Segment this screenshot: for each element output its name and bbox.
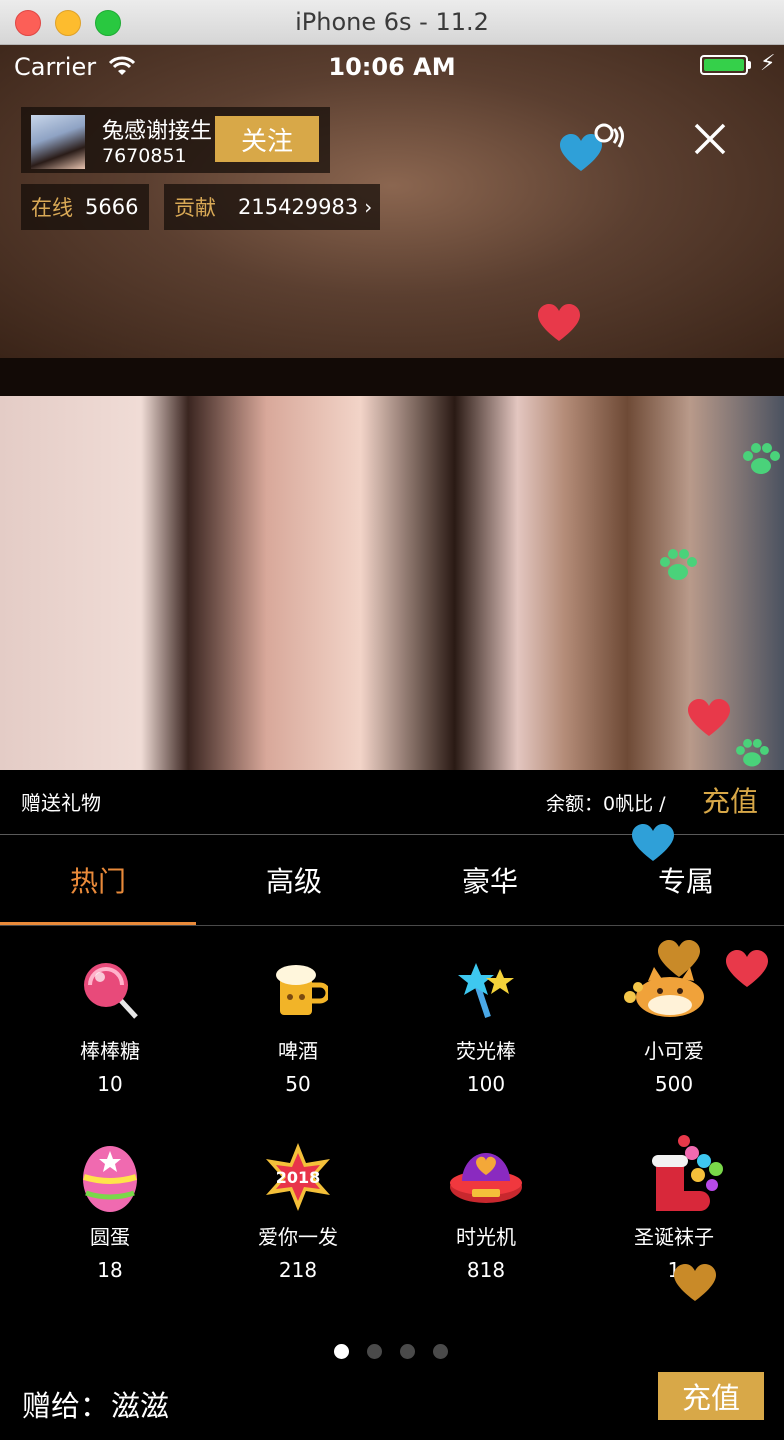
gift-price: 50 <box>285 1072 311 1096</box>
floating-heart-icon <box>538 304 580 341</box>
floating-heart-icon <box>674 1264 716 1301</box>
floating-heart-icon <box>658 940 700 977</box>
page-dot[interactable] <box>334 1344 349 1359</box>
gift-name: 小可爱 <box>644 1039 704 1063</box>
host-name: 兔感谢接生 <box>102 119 213 144</box>
floating-paw-icon <box>736 738 769 767</box>
balance-text: 余额：0帆比 / <box>546 793 666 815</box>
tab-advanced[interactable]: 高级 <box>196 835 392 925</box>
gift-page-indicator[interactable] <box>334 1344 454 1360</box>
floating-fish-icon <box>594 123 624 148</box>
follow-button[interactable]: 关注 <box>215 116 319 162</box>
header-divider-strip <box>0 358 784 396</box>
tab-luxury[interactable]: 豪华 <box>392 835 588 925</box>
online-label: 在线 <box>31 196 73 220</box>
beer-icon <box>276 965 328 1015</box>
send-to-name[interactable]: 滋滋 <box>111 1383 169 1425</box>
gift-name: 圣诞袜子 <box>634 1225 714 1249</box>
glowstick-icon <box>458 963 514 1018</box>
christmas-stocking-icon <box>652 1135 723 1211</box>
status-time: 10:06 AM <box>328 53 456 81</box>
gift-name: 时光机 <box>456 1225 516 1249</box>
floating-heart-icon <box>688 699 730 736</box>
gift-item[interactable]: 圆蛋 18 <box>12 1145 208 1315</box>
gift-item[interactable]: 时光机 818 <box>388 1145 584 1315</box>
chevron-right-icon: › <box>364 195 373 219</box>
window-title: iPhone 6s - 11.2 <box>295 8 489 36</box>
lollipop-icon <box>84 963 138 1019</box>
floating-paw-icon <box>743 443 780 474</box>
time-machine-icon <box>450 1153 522 1203</box>
gift-name: 啤酒 <box>278 1039 318 1063</box>
gift-item[interactable]: 啤酒 50 <box>200 959 396 1129</box>
gift-item[interactable]: 2018 爱你一发 218 <box>200 1143 396 1315</box>
gift-panel-title: 赠送礼物 <box>21 791 101 815</box>
phone-screen: Carrier 10:06 AM ⚡ 兔感谢接生 7670851 关注 在线 5… <box>0 45 784 1440</box>
floating-paw-icon <box>660 549 697 580</box>
tab-hot[interactable]: 热门 <box>0 835 196 925</box>
page-dot[interactable] <box>400 1344 415 1359</box>
recharge-link[interactable]: 充值 <box>702 780 758 820</box>
2018-badge-icon: 2018 <box>266 1143 330 1211</box>
simulator-title-bar: iPhone 6s - 11.2 <box>0 0 784 45</box>
page-dot[interactable] <box>367 1344 382 1359</box>
battery-tip <box>748 61 751 69</box>
floating-heart-icon <box>726 950 768 987</box>
gift-price: 100 <box>466 1072 506 1096</box>
gift-price: 18 <box>97 1258 123 1282</box>
gift-price: 818 <box>466 1258 506 1282</box>
gift-price: 500 <box>654 1072 694 1096</box>
tab-exclusive[interactable]: 专属 <box>588 835 784 925</box>
gift-name: 荧光棒 <box>456 1039 516 1063</box>
send-to-label: 赠给： <box>22 1389 110 1423</box>
contribution-label: 贡献 <box>174 196 216 220</box>
battery-icon <box>700 55 748 75</box>
gift-name: 爱你一发 <box>258 1225 338 1249</box>
egg-icon <box>83 1146 137 1212</box>
live-video-stream[interactable] <box>0 396 784 770</box>
online-count-badge: 在线 5666 <box>21 184 149 230</box>
gift-item[interactable]: 棒棒糖 10 <box>12 959 208 1129</box>
status-bar: Carrier 10:06 AM ⚡ <box>0 45 784 89</box>
online-value: 5666 <box>85 195 139 219</box>
gift-name: 圆蛋 <box>90 1225 130 1249</box>
charging-bolt-icon: ⚡ <box>760 51 776 76</box>
svg-text:2018: 2018 <box>276 1168 321 1187</box>
close-icon[interactable] <box>688 117 732 161</box>
gift-item[interactable]: 荧光棒 100 <box>388 959 584 1129</box>
gift-name: 棒棒糖 <box>80 1039 140 1063</box>
host-avatar[interactable] <box>31 115 85 169</box>
contribution-value: 215429983 <box>238 195 359 219</box>
active-tab-indicator <box>0 922 196 925</box>
host-info-card[interactable]: 兔感谢接生 7670851 关注 <box>21 107 330 173</box>
host-id: 7670851 <box>102 145 187 167</box>
gift-price: 10 <box>97 1072 123 1096</box>
page-dot[interactable] <box>433 1344 448 1359</box>
contribution-badge[interactable]: 贡献 215429983 › <box>164 184 380 230</box>
gift-price: 218 <box>278 1258 318 1282</box>
recharge-button[interactable]: 充值 <box>658 1372 764 1420</box>
floating-heart-icon <box>632 824 674 861</box>
